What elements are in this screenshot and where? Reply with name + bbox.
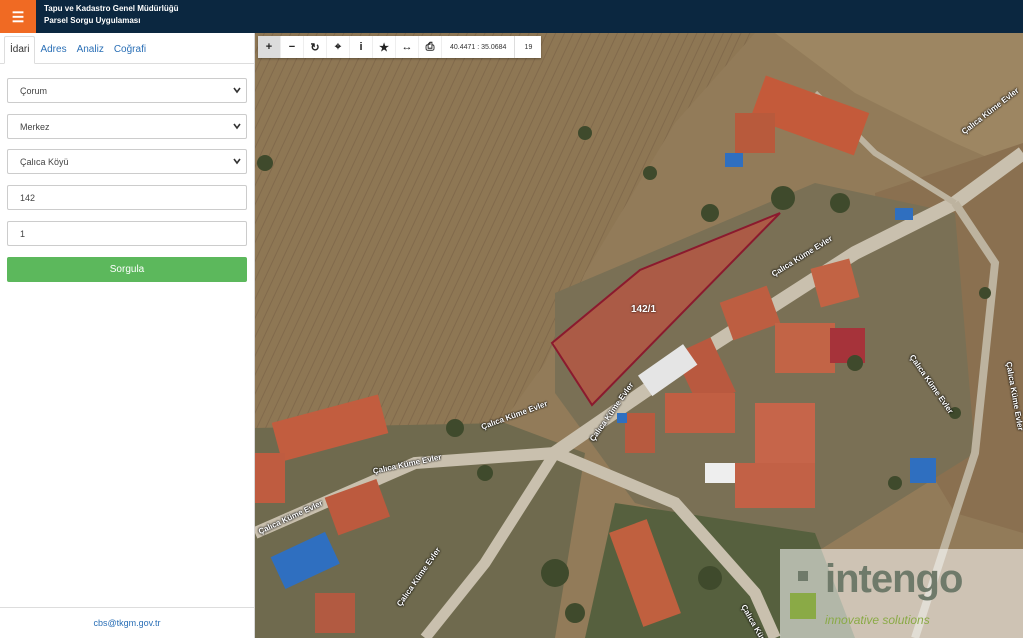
- map-toolbar: + − ↻ ⌖ i ★ ↔ ⎙ 40.4471 : 35.0684 19: [258, 36, 542, 58]
- tab-idari[interactable]: İdari: [4, 36, 36, 64]
- menu-button[interactable]: ☰: [0, 0, 36, 33]
- logo-mark-icon: [790, 571, 816, 619]
- title-line-1: Tapu ve Kadastro Genel Müdürlüğü: [44, 4, 179, 13]
- tab-cografi[interactable]: Coğrafi: [109, 37, 151, 63]
- parcel-value: 1: [20, 228, 26, 239]
- district-select[interactable]: Merkez: [7, 114, 247, 139]
- star-icon[interactable]: ★: [373, 36, 396, 58]
- village-value: Çalıca Köyü: [20, 156, 69, 167]
- logo-subtitle: innovative solutions: [825, 613, 930, 627]
- watermark-logo: intengo innovative solutions: [780, 549, 1023, 638]
- province-select[interactable]: Çorum: [7, 78, 247, 103]
- tab-analiz[interactable]: Analiz: [72, 37, 109, 63]
- logo-text: intengo: [825, 557, 963, 601]
- info-icon[interactable]: i: [350, 36, 373, 58]
- sidebar: İdari Adres Analiz Coğrafi Çorum Merkez …: [0, 33, 255, 638]
- measure-icon[interactable]: ↔: [396, 36, 419, 58]
- block-input[interactable]: 142: [7, 185, 247, 210]
- zoom-out-icon[interactable]: −: [281, 36, 304, 58]
- footer-email-link[interactable]: cbs@tkgm.gov.tr: [0, 607, 254, 638]
- title-line-2: Parsel Sorgu Uygulaması: [44, 16, 141, 25]
- print-icon[interactable]: ⎙: [419, 36, 442, 58]
- village-select[interactable]: Çalıca Köyü: [7, 149, 247, 174]
- zoom-level: 19: [524, 43, 533, 51]
- zoom-in-icon[interactable]: +: [258, 36, 281, 58]
- satellite-imagery: [255, 33, 1023, 638]
- refresh-icon[interactable]: ↻: [304, 36, 327, 58]
- district-value: Merkez: [20, 121, 50, 132]
- chevron-down-icon: [233, 158, 241, 165]
- app-title: Tapu ve Kadastro Genel Müdürlüğü Parsel …: [44, 3, 179, 27]
- app-header: ☰ Tapu ve Kadastro Genel Müdürlüğü Parse…: [0, 0, 1023, 33]
- map-view[interactable]: + − ↻ ⌖ i ★ ↔ ⎙ 40.4471 : 35.0684 19 Çal…: [255, 33, 1023, 638]
- query-button[interactable]: Sorgula: [7, 257, 247, 282]
- chevron-down-icon: [233, 123, 241, 130]
- hamburger-icon: ☰: [11, 8, 25, 25]
- chevron-down-icon: [233, 87, 241, 94]
- tab-adres[interactable]: Adres: [35, 37, 71, 63]
- province-value: Çorum: [20, 85, 48, 96]
- parcel-input[interactable]: 1: [7, 221, 247, 246]
- parcel-label: 142/1: [631, 304, 657, 315]
- coordinate-readout: 40.4471 : 35.0684: [442, 36, 516, 58]
- locate-icon[interactable]: ⌖: [327, 36, 350, 58]
- tab-bar: İdari Adres Analiz Coğrafi: [0, 33, 254, 64]
- block-value: 142: [20, 192, 36, 203]
